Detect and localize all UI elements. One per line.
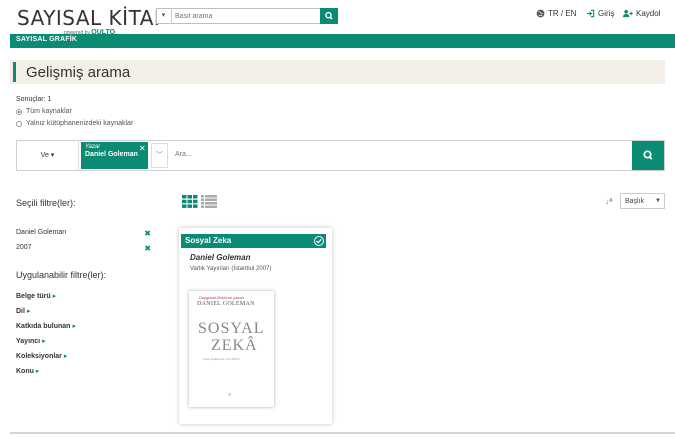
result-publisher: Varlık Yayınları (İstanbul 2007): [190, 266, 272, 272]
register-link[interactable]: Kaydol: [622, 9, 660, 18]
simple-search-input[interactable]: [175, 8, 318, 24]
advanced-search-input[interactable]: [175, 146, 615, 162]
site-logo[interactable]: SAYISAL KİTAP: [17, 6, 166, 30]
facet-subject[interactable]: Konu ▸: [16, 367, 39, 375]
selected-filter-label: Daniel Goleman: [16, 229, 67, 236]
advanced-search-button[interactable]: [632, 141, 664, 170]
cover-subtitle: İnsan İlişkilerinin Yeni Bilimi: [203, 357, 240, 361]
operator-select[interactable]: Ve ▾: [17, 141, 79, 170]
sort-value: Başlık: [625, 198, 645, 205]
facet-publisher[interactable]: Yayıncı ▸: [16, 337, 46, 345]
search-dropdown-toggle[interactable]: ▾: [156, 8, 172, 24]
search-icon: [643, 150, 653, 160]
chip-value: Daniel Goleman: [85, 151, 138, 158]
selected-filter-item: Daniel Goleman ✖: [16, 229, 151, 238]
cover-author: DANIEL GOLEMAN: [197, 301, 255, 307]
caret-right-icon: ▸: [42, 338, 46, 345]
facet-language[interactable]: Dil ▸: [16, 307, 30, 315]
caret-right-icon: ▸: [63, 353, 68, 360]
result-title[interactable]: Sosyal Zeka: [181, 234, 326, 248]
publisher-logo-icon: ♆: [227, 392, 233, 399]
scope-all-option[interactable]: Tüm kaynaklar: [16, 108, 72, 115]
cover-title-line2: ZEKÂ: [211, 337, 258, 354]
language-switch[interactable]: TR / EN: [536, 9, 576, 18]
selected-filter-label: 2007: [16, 244, 32, 251]
cover-top-line: Duygusal Zekâ'nın yazarı: [199, 295, 245, 300]
check-circle-icon[interactable]: [314, 236, 324, 246]
facet-label: Konu: [16, 368, 34, 375]
caret-right-icon: ▸: [35, 368, 40, 375]
facet-label: Belge türü: [16, 293, 51, 300]
filter-chip-author[interactable]: Yazar Daniel Goleman: [81, 142, 148, 169]
collection-bar: [10, 34, 675, 48]
remove-filter-icon[interactable]: ✖: [144, 229, 151, 238]
facet-label: Koleksiyonlar: [16, 353, 62, 360]
selected-filter-item: 2007 ✖: [16, 244, 151, 253]
globe-icon: [536, 9, 545, 18]
facet-label: Katkıda bulunan: [16, 323, 71, 330]
caret-right-icon: ▸: [52, 293, 57, 300]
radio-selected-icon[interactable]: [16, 108, 22, 115]
collection-name[interactable]: SAYISAL GRAFİK: [16, 36, 77, 43]
cover-title-line1: SOSYAL: [198, 320, 265, 337]
page-title: Gelişmiş arama: [26, 64, 131, 81]
operator-label: Ve: [40, 152, 49, 159]
register-label: Kaydol: [636, 9, 661, 18]
facet-label: Yayıncı: [16, 338, 41, 345]
caret-right-icon: ▸: [72, 323, 76, 330]
sort-az-icon: ↓ᴬ: [605, 197, 613, 206]
selected-filters-title: Seçili filtre(ler):: [16, 198, 76, 208]
facet-document-type[interactable]: Belge türü ▸: [16, 292, 56, 300]
login-link[interactable]: Giriş: [586, 9, 614, 18]
language-label: TR / EN: [548, 9, 577, 18]
scope-library-label: Yalnız kütüphanenizdeki kaynaklar: [26, 120, 134, 127]
caret-right-icon: ▸: [26, 308, 31, 315]
field-dropdown-toggle[interactable]: ﹀: [151, 143, 168, 168]
add-user-icon: [623, 9, 633, 18]
chip-remove-icon[interactable]: ✕: [139, 144, 146, 153]
radio-icon[interactable]: [16, 120, 22, 127]
simple-search-button[interactable]: [320, 8, 338, 24]
title-accent-bar: [13, 62, 16, 82]
remove-filter-icon[interactable]: ✖: [144, 244, 151, 253]
applicable-filters-title: Uygulanabilir filtre(ler):: [16, 270, 107, 280]
login-label: Giriş: [598, 9, 615, 18]
scope-all-label: Tüm kaynaklar: [26, 108, 72, 115]
scope-library-option[interactable]: Yalnız kütüphanenizdeki kaynaklar: [16, 120, 133, 127]
dropdown-arrow-icon: ▼: [655, 198, 661, 204]
search-icon: [325, 11, 333, 20]
result-author: Daniel Goleman: [190, 253, 251, 262]
facet-contributor[interactable]: Katkıda bulunan ▸: [16, 322, 76, 330]
bottom-divider: [10, 432, 675, 434]
sort-select[interactable]: Başlık ▼: [620, 193, 665, 209]
chip-field-label: Yazar: [85, 144, 101, 150]
results-count: Sonuçlar: 1: [16, 96, 52, 103]
list-view-icon[interactable]: [201, 195, 217, 213]
facet-collections[interactable]: Koleksiyonlar ▸: [16, 352, 67, 360]
facet-label: Dil: [16, 308, 25, 315]
grid-view-icon[interactable]: [182, 195, 198, 213]
sign-in-icon: [586, 9, 595, 18]
